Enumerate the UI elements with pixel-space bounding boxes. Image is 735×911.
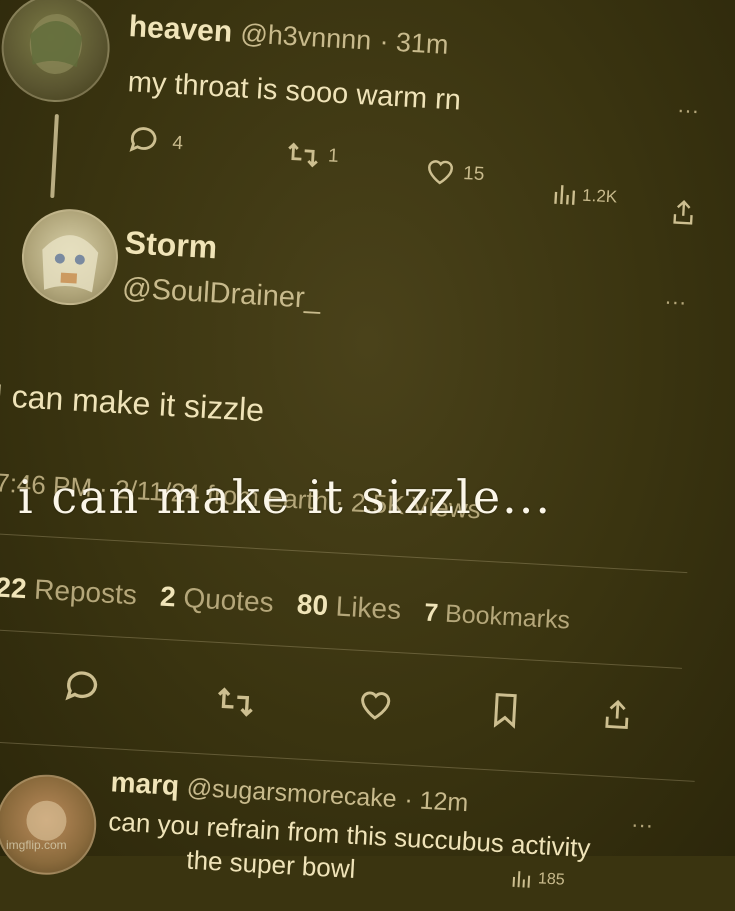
more-button[interactable]: ··· xyxy=(676,97,699,124)
tilted-feed: heaven @h3vnnnn · 31m ··· my throat is s… xyxy=(0,0,735,895)
heart-icon xyxy=(425,157,457,187)
quotes-number: 2 xyxy=(159,580,177,613)
tweet-text: my throat is sooo warm rn xyxy=(126,66,462,117)
author-handle[interactable]: @sugarsmorecake xyxy=(186,773,397,813)
avatar-storm[interactable] xyxy=(19,206,121,308)
reposts-stat[interactable]: 22 Reposts xyxy=(0,572,145,611)
post-time: · 12m xyxy=(403,785,470,818)
repost-icon[interactable] xyxy=(214,684,256,720)
views-count: 185 xyxy=(537,870,566,889)
screenshot-stage: heaven @h3vnnnn · 31m ··· my throat is s… xyxy=(0,0,735,889)
bookmarks-stat[interactable]: 7 Bookmarks xyxy=(424,598,571,634)
more-icon: ··· xyxy=(676,96,700,123)
tweet-text-line2: the super bowl xyxy=(185,844,357,884)
bookmarks-number: 7 xyxy=(423,598,439,628)
engagement-stats: 22 Reposts 2 Quotes 80 Likes 7 Bookmarks xyxy=(0,572,571,636)
divider xyxy=(0,739,695,782)
reply-icon xyxy=(126,122,162,158)
quotes-label: Quotes xyxy=(182,582,275,619)
repost-count: 1 xyxy=(327,145,340,167)
like-count: 15 xyxy=(462,162,485,186)
likes-number: 80 xyxy=(296,588,329,622)
reply-count: 4 xyxy=(171,132,184,155)
divider xyxy=(0,629,682,669)
reply-icon[interactable] xyxy=(61,665,103,707)
views-icon xyxy=(552,180,577,207)
tweet-text: I can make it sizzle xyxy=(0,377,266,429)
more-button[interactable]: ··· xyxy=(630,811,654,838)
views-icon xyxy=(509,867,532,890)
avatar-heaven[interactable] xyxy=(0,0,113,105)
views-count: 1.2K xyxy=(581,185,618,207)
post-time: · 31m xyxy=(378,26,450,60)
author-handle[interactable]: @h3vnnnn xyxy=(240,18,372,55)
heart-icon[interactable] xyxy=(357,688,395,722)
author-handle[interactable]: @SoulDrainer_ xyxy=(121,272,321,316)
quotes-stat[interactable]: 2 Quotes xyxy=(159,581,282,619)
overlay-caption: i can make it sizzle... xyxy=(18,470,552,524)
thread-line xyxy=(50,114,59,199)
author-name[interactable]: heaven xyxy=(128,10,233,49)
share-icon[interactable] xyxy=(602,698,632,732)
reposts-number: 22 xyxy=(0,571,28,605)
bookmark-icon[interactable] xyxy=(490,691,520,729)
watermark: imgflip.com xyxy=(6,838,67,852)
likes-label: Likes xyxy=(334,590,402,626)
more-icon: ··· xyxy=(663,288,688,315)
more-button[interactable]: ··· xyxy=(664,288,687,315)
bookmarks-label: Bookmarks xyxy=(444,599,571,635)
author-name[interactable]: Storm xyxy=(124,224,218,266)
author-name[interactable]: marq xyxy=(110,766,180,801)
more-icon: ··· xyxy=(630,811,654,838)
avatar-marq[interactable] xyxy=(0,771,99,878)
divider xyxy=(0,533,688,574)
likes-stat[interactable]: 80 Likes xyxy=(296,588,410,625)
repost-icon xyxy=(285,139,321,171)
reposts-label: Reposts xyxy=(33,573,138,611)
share-icon xyxy=(671,199,696,226)
